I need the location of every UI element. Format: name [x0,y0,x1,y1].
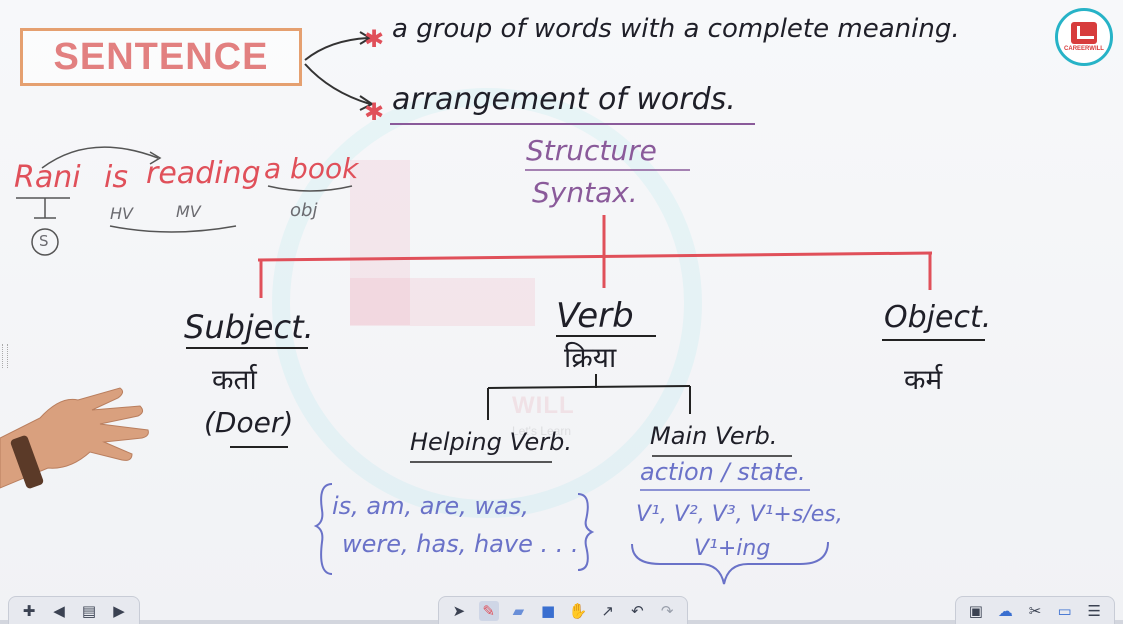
highlighter-icon[interactable]: ▰ [509,601,529,621]
page-nav-toolbar: ✚ ◀ ▤ ▶ [8,596,140,624]
helping-verb-list-2: were, has, have . . . [342,530,579,558]
example-word-rani: Rani [14,160,81,195]
pen-icon[interactable]: ✎ [478,600,499,621]
menu-icon[interactable]: ☰ [1084,601,1104,621]
cloud-icon[interactable]: ☁ [996,601,1016,621]
shape-icon[interactable]: ■ [538,601,558,621]
verb-label: Verb [556,296,634,336]
example-word-a-book: a book [264,152,359,185]
hv-mark: HV [110,204,133,223]
next-page-icon[interactable]: ▶ [109,601,129,621]
subject-mark: S [39,232,49,250]
object-hindi: कर्म [904,363,943,396]
example-word-reading: reading [146,156,261,191]
object-label: Object. [884,300,992,335]
side-handle[interactable] [2,344,8,368]
definition-2: arrangement of words. [392,82,736,117]
main-verb-forms: V¹, V², V³, V¹+s/es, [636,502,843,527]
obj-mark: obj [290,200,318,221]
helping-verb-label: Helping Verb. [410,428,572,456]
select-arrow-icon[interactable]: ➤ [449,601,469,621]
main-verb-ing: V¹+ing [694,536,771,561]
example-word-is: is [104,160,128,195]
screen-icon[interactable]: ▭ [1055,601,1075,621]
sentence-title: SENTENCE [53,35,269,78]
svg-text:✱: ✱ [364,98,384,126]
definition-1: a group of words with a complete meaning… [392,14,960,44]
redo-icon[interactable]: ↷ [657,601,677,621]
subject-hindi: कर्ता [212,363,257,396]
presenter-hand [0,387,149,489]
verb-hindi: क्रिया [564,341,617,374]
add-icon[interactable]: ✚ [19,601,39,621]
laser-icon[interactable]: ↗ [598,601,618,621]
svg-text:✱: ✱ [364,25,384,53]
main-verb-action-state: action / state. [640,458,806,486]
subject-doer: (Doer) [204,406,294,439]
drawing-toolbar: ➤ ✎ ▰ ■ ✋ ↗ ↶ ↷ [438,596,688,624]
hand-pan-icon[interactable]: ✋ [568,601,588,621]
mv-mark: MV [176,202,201,221]
careerwill-logo: CAREERWILL [1055,8,1113,66]
structure-label: Structure [526,134,657,167]
whiteboard-canvas[interactable]: WILL Let's Learn ✱ ✱ SENTENCE a group of… [0,0,1123,624]
helping-verb-list-1: is, am, are, was, [332,492,529,520]
undo-icon[interactable]: ↶ [628,601,648,621]
tools-icon[interactable]: ✂ [1025,601,1045,621]
syntax-label: Syntax. [532,176,638,209]
careerwill-logo-text: CAREERWILL [1064,46,1104,52]
main-verb-label: Main Verb. [650,422,778,450]
careerwill-logo-mark [1071,22,1097,44]
prev-page-icon[interactable]: ◀ [49,601,69,621]
sentence-title-box: SENTENCE [20,28,302,86]
utility-toolbar: ▣ ☁ ✂ ▭ ☰ [955,596,1115,624]
subject-label: Subject. [184,308,314,346]
page-thumbnail-icon[interactable]: ▤ [79,601,99,621]
gallery-icon[interactable]: ▣ [966,601,986,621]
